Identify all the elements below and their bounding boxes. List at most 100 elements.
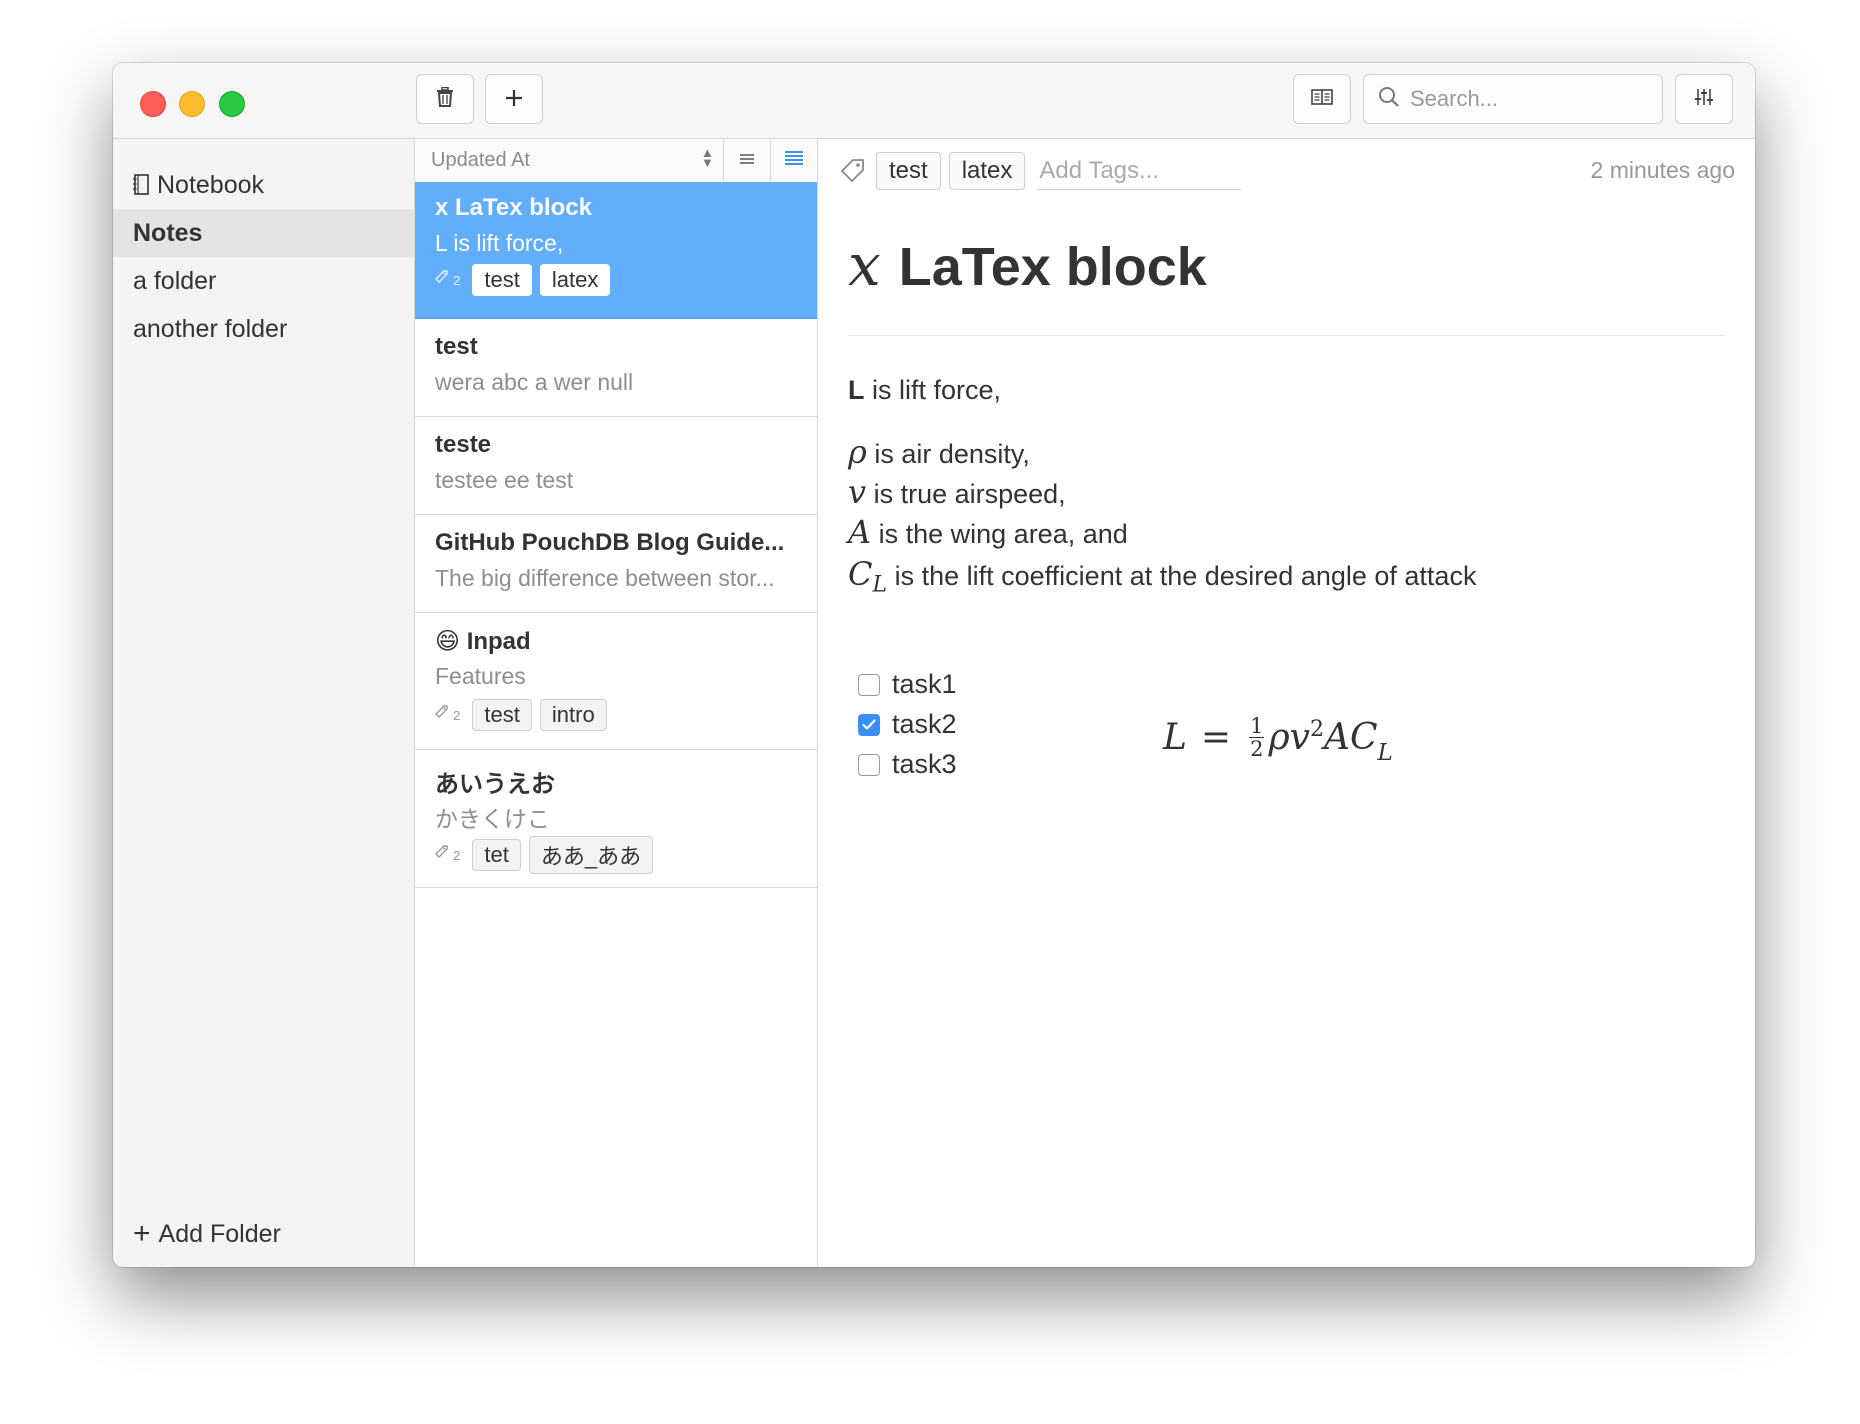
- updated-timestamp: 2 minutes ago: [1590, 157, 1735, 183]
- settings-button[interactable]: [1675, 74, 1733, 124]
- trash-icon: [436, 86, 454, 112]
- sidebar-item-notebook[interactable]: Notebook: [113, 161, 414, 209]
- math-symbol: C: [848, 555, 873, 593]
- add-folder-button[interactable]: + Add Folder: [133, 1217, 281, 1251]
- eq-equals: =: [1200, 717, 1232, 758]
- task-label: task2: [892, 709, 957, 739]
- note-tags: 2 tet ああ_ああ: [435, 836, 661, 874]
- note-list: Updated At ▲ ▼ x LaTex block L is lift f…: [415, 139, 818, 1267]
- note-preview: かきくけこ: [435, 806, 550, 832]
- checkmark-icon: [862, 718, 876, 730]
- app-window: Notebook Notes a folder another folder +…: [113, 63, 1755, 1267]
- note-title: test: [435, 333, 478, 360]
- plus-icon: +: [133, 1217, 151, 1250]
- minimize-window-button[interactable]: [179, 91, 205, 117]
- list-item[interactable]: 😄 Inpad Features 2 test intro: [415, 613, 817, 750]
- sort-select[interactable]: Updated At: [431, 149, 530, 172]
- tag-icon: [840, 158, 866, 184]
- task-item[interactable]: task3: [858, 749, 957, 780]
- new-note-button[interactable]: [485, 74, 543, 124]
- tag-chip[interactable]: test: [472, 699, 532, 731]
- task-checkbox[interactable]: [858, 673, 880, 696]
- line-text: is true airspeed,: [866, 479, 1066, 509]
- tag-count-value: 2: [453, 272, 461, 288]
- math-symbol: v: [848, 473, 867, 511]
- toolbar: [113, 63, 1755, 139]
- lift-equation: L = 1 2 ρv 2 AC L: [1163, 714, 1393, 766]
- note-list-header: Updated At ▲ ▼: [415, 139, 817, 183]
- line-text: is air density,: [866, 439, 1030, 469]
- paragraph-lift-coefficient: CL is the lift coefficient at the desire…: [848, 555, 1476, 597]
- search-icon: [1378, 86, 1400, 113]
- math-symbol: A: [848, 513, 872, 551]
- sidebar-item-a-folder[interactable]: a folder: [113, 257, 414, 305]
- list-item[interactable]: test wera abc a wer null: [415, 319, 817, 417]
- eq-numerator: 1: [1249, 714, 1265, 738]
- note-tag-bar: test latex: [840, 149, 1242, 193]
- tag-icon: [435, 845, 448, 858]
- eq-subscript: L: [1377, 740, 1393, 766]
- tag-count-value: 2: [453, 707, 461, 723]
- plus-icon: [504, 82, 524, 116]
- delete-note-button[interactable]: [416, 74, 474, 124]
- list-item[interactable]: x LaTex block L is lift force, 2 test la…: [415, 182, 817, 319]
- tag-chip[interactable]: test: [876, 152, 941, 190]
- preview-mode-button[interactable]: [1293, 74, 1351, 124]
- tag-chip[interactable]: ああ_ああ: [528, 836, 654, 874]
- task-checkbox[interactable]: [858, 713, 880, 736]
- tag-chip[interactable]: latex: [539, 264, 611, 296]
- math-subscript: L: [872, 572, 888, 598]
- search-input[interactable]: [1408, 85, 1652, 113]
- task-checkbox[interactable]: [858, 753, 880, 776]
- sidebar-item-label: Notes: [133, 218, 203, 247]
- sliders-icon: [1694, 87, 1714, 112]
- bold-symbol: L: [848, 375, 865, 405]
- note-preview: The big difference between stor...: [435, 565, 775, 591]
- note-preview: wera abc a wer null: [435, 369, 634, 395]
- line-text: is lift force,: [864, 375, 1002, 405]
- tag-count-value: 2: [453, 847, 461, 863]
- list-item[interactable]: teste testee ee test: [415, 417, 817, 515]
- list-item[interactable]: GitHub PouchDB Blog Guide... The big dif…: [415, 515, 817, 613]
- line-text: is the lift coefficient at the desired a…: [887, 561, 1477, 591]
- paragraph-lift-force: L is lift force,: [848, 375, 1001, 406]
- note-title: GitHub PouchDB Blog Guide...: [435, 529, 785, 556]
- paragraph-airspeed: v is true airspeed,: [848, 473, 1066, 511]
- tag-icon: [435, 705, 448, 718]
- eq-term-b: AC: [1323, 717, 1378, 758]
- sidebar-item-another-folder[interactable]: another folder: [113, 305, 414, 353]
- sidebar: Notebook Notes a folder another folder +…: [113, 139, 415, 1267]
- compact-view-button[interactable]: [723, 139, 770, 182]
- eq-superscript: 2: [1309, 717, 1324, 742]
- sort-arrows-icon[interactable]: ▲ ▼: [701, 146, 714, 169]
- tag-chip[interactable]: test: [472, 264, 532, 296]
- task-item[interactable]: task1: [858, 669, 957, 700]
- add-tags-input[interactable]: [1037, 152, 1242, 190]
- tag-count: 2: [435, 705, 460, 725]
- close-window-button[interactable]: [140, 91, 166, 117]
- tag-icon: [435, 270, 448, 283]
- eq-term-a: ρv: [1268, 717, 1310, 758]
- tag-chip[interactable]: intro: [539, 699, 607, 731]
- note-editor: test latex 2 minutes ago x LaTex block L…: [818, 139, 1755, 1267]
- list-compact-icon: [740, 152, 754, 170]
- task-label: task1: [892, 669, 957, 699]
- heading-text: LaTex block: [898, 237, 1207, 297]
- sidebar-item-label: Notebook: [157, 170, 265, 199]
- math-symbol: ρ: [848, 433, 867, 471]
- sidebar-item-label: a folder: [133, 266, 217, 295]
- note-heading: x LaTex block: [848, 231, 1207, 299]
- search-field[interactable]: [1363, 74, 1663, 124]
- task-item[interactable]: task2: [858, 709, 957, 740]
- expanded-view-button[interactable]: [770, 139, 817, 182]
- zoom-window-button[interactable]: [219, 91, 245, 117]
- line-text: is the wing area, and: [871, 519, 1128, 549]
- tag-chip[interactable]: latex: [948, 152, 1026, 190]
- eq-denominator: 2: [1250, 737, 1264, 761]
- note-title: teste: [435, 431, 492, 458]
- list-item[interactable]: あいうえお かきくけこ 2 tet ああ_ああ: [415, 750, 817, 888]
- tag-chip[interactable]: tet: [472, 839, 521, 871]
- sidebar-item-notes[interactable]: Notes: [113, 209, 414, 257]
- note-preview: Features: [435, 663, 526, 689]
- eq-fraction: 1 2: [1249, 714, 1265, 761]
